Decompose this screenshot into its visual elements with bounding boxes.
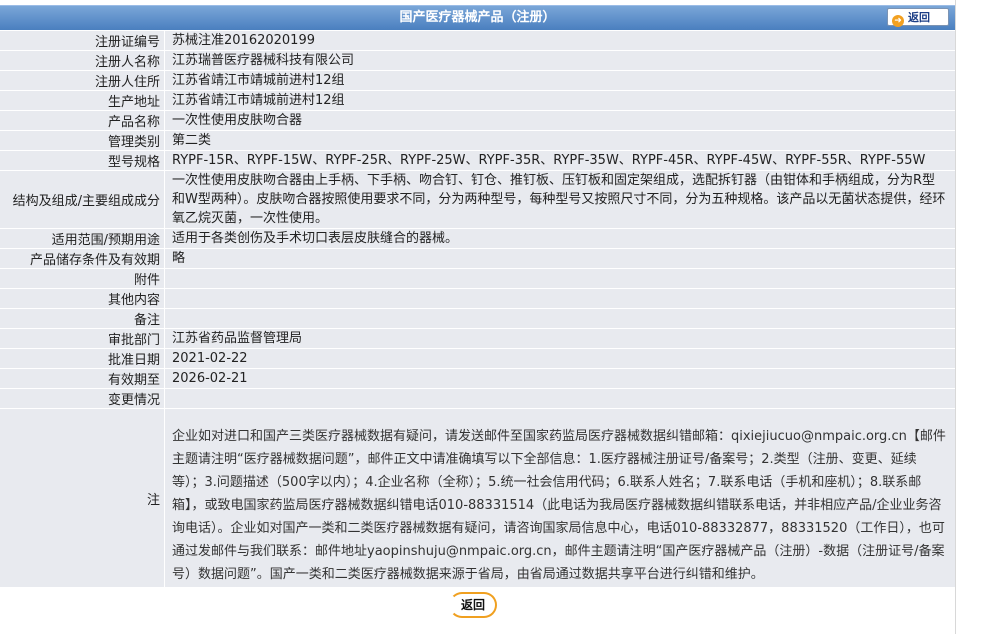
detail-row: 其他内容 xyxy=(0,289,955,309)
detail-row-notes: 注 企业如对进口和国产三类医疗器械数据有疑问，请发送邮件至国家药监局医疗器械数据… xyxy=(0,409,955,588)
detail-row: 管理类别 第二类 xyxy=(0,131,955,151)
row-value xyxy=(165,289,955,308)
row-value: 江苏省靖江市靖城前进村12组 xyxy=(172,93,345,108)
back-button-label: 返回 xyxy=(908,11,930,24)
row-value: 江苏省药品监督管理局 xyxy=(172,331,303,346)
detail-row: 结构及组成/主要组成成分 一次性使用皮肤吻合器由上手柄、下手柄、吻合钉、钉仓、推钉… xyxy=(0,171,955,229)
row-label: 附件 xyxy=(0,269,165,288)
row-label: 有效期至 xyxy=(0,369,165,388)
back-button-bottom[interactable]: 返回 xyxy=(449,592,497,618)
detail-row: 产品名称 一次性使用皮肤吻合器 xyxy=(0,111,955,131)
detail-row: 注册人名称 江苏瑞普医疗器械科技有限公司 xyxy=(0,51,955,71)
row-label: 注册人名称 xyxy=(0,51,165,70)
detail-row: 批准日期 2021-02-22 xyxy=(0,349,955,369)
row-label: 产品名称 xyxy=(0,111,165,130)
row-value xyxy=(165,389,955,408)
row-value xyxy=(165,269,955,288)
detail-row: 注册人住所 江苏省靖江市靖城前进村12组 xyxy=(0,71,955,91)
row-label: 管理类别 xyxy=(0,131,165,150)
row-label: 结构及组成/主要组成成分 xyxy=(0,171,165,228)
row-value: 适用于各类创伤及手术切口表层皮肤缝合的器械。 xyxy=(172,231,459,246)
detail-row-change: 变更情况 xyxy=(0,389,955,409)
arrow-right-icon: ➜ xyxy=(892,15,904,27)
footer: 返回 xyxy=(0,588,955,618)
detail-row: 型号规格 RYPF-15R、RYPF-15W、RYPF-25R、RYPF-25W、… xyxy=(0,151,955,171)
row-label: 审批部门 xyxy=(0,329,165,348)
row-value: RYPF-15R、RYPF-15W、RYPF-25R、RYPF-25W、RYPF… xyxy=(172,153,926,168)
detail-row: 有效期至 2026-02-21 xyxy=(0,369,955,389)
page-header: 国产医疗器械产品（注册） ➜ 返回 xyxy=(0,5,955,30)
page-title: 国产医疗器械产品（注册） xyxy=(399,10,556,25)
detail-row: 产品储存条件及有效期略 xyxy=(0,249,955,269)
row-value: 一次性使用皮肤吻合器由上手柄、下手柄、吻合钉、钉仓、推钉板、压钉板和固定架组成，… xyxy=(172,173,946,226)
detail-row: 注册证编号 苏械注准20162020199 xyxy=(0,31,955,51)
row-value: 一次性使用皮肤吻合器 xyxy=(172,113,303,128)
detail-row: 生产地址 江苏省靖江市靖城前进村12组 xyxy=(0,91,955,111)
row-label: 生产地址 xyxy=(0,91,165,110)
row-value: 苏械注准20162020199 xyxy=(172,33,315,48)
row-label: 注 xyxy=(0,409,165,587)
row-label: 注册人住所 xyxy=(0,71,165,90)
row-label: 注册证编号 xyxy=(0,31,165,50)
row-label: 适用范围/预期用途 xyxy=(0,229,165,248)
detail-row: 适用范围/预期用途 适用于各类创伤及手术切口表层皮肤缝合的器械。 xyxy=(0,229,955,249)
row-label: 型号规格 xyxy=(0,151,165,170)
row-value: 第二类 xyxy=(172,133,212,148)
row-value: 2021-02-22 xyxy=(172,351,248,366)
detail-panel: 国产医疗器械产品（注册） ➜ 返回 注册证编号 苏械注准20162020199 注册人… xyxy=(0,0,955,618)
back-button-top[interactable]: ➜ 返回 xyxy=(887,8,949,27)
row-value: 江苏省靖江市靖城前进村12组 xyxy=(172,73,345,88)
row-label: 其他内容 xyxy=(0,289,165,308)
row-label: 批准日期 xyxy=(0,349,165,368)
notes-text: 企业如对进口和国产三类医疗器械数据有疑问，请发送邮件至国家药监局医疗器械数据纠错… xyxy=(172,429,946,582)
row-value: 2026-02-21 xyxy=(172,371,248,386)
row-value: 略 xyxy=(172,251,186,266)
row-label: 备注 xyxy=(0,309,165,328)
detail-row: 审批部门 江苏省药品监督管理局 xyxy=(0,329,955,349)
row-value xyxy=(165,309,955,328)
row-label: 产品储存条件及有效期 xyxy=(0,249,165,268)
page-scroll-area[interactable] xyxy=(955,0,994,634)
row-label: 变更情况 xyxy=(0,389,165,408)
detail-row: 备注 xyxy=(0,309,955,329)
detail-table: 注册证编号 苏械注准20162020199 注册人名称 江苏瑞普医疗器械科技有限公司注… xyxy=(0,31,955,389)
row-value: 江苏瑞普医疗器械科技有限公司 xyxy=(172,53,355,68)
detail-row: 附件 xyxy=(0,269,955,289)
